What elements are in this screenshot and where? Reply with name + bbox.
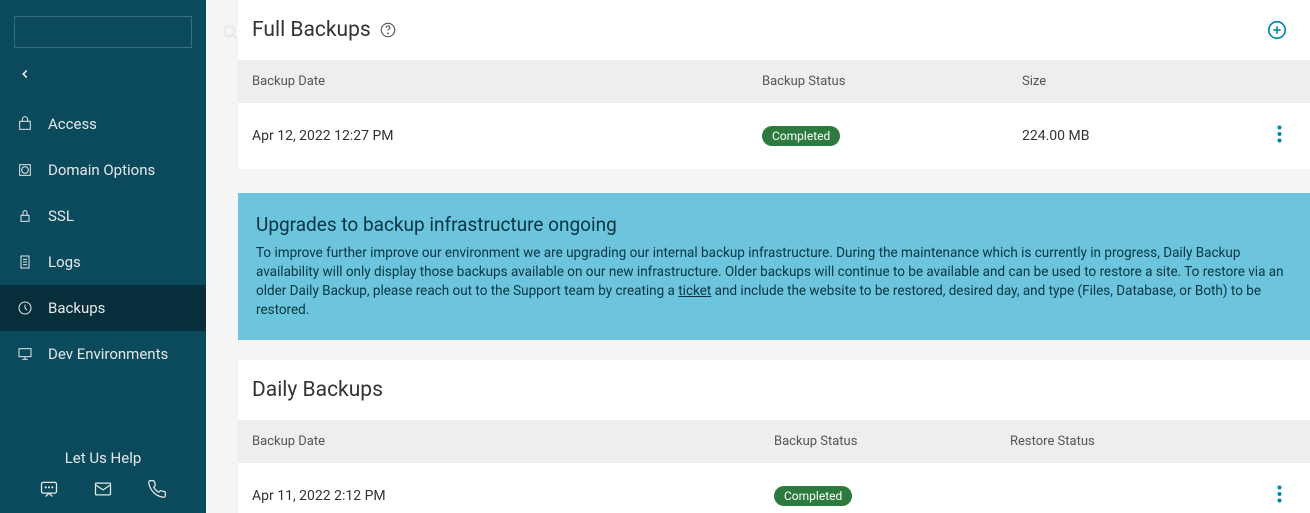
col-header-size: Size [1022, 74, 1296, 89]
daily-backups-panel: Daily Backups Backup Date Backup Status … [238, 360, 1310, 513]
sidebar-item-label: Logs [48, 253, 81, 271]
col-header-status: Backup Status [774, 434, 1010, 449]
sidebar-item-label: Backups [48, 299, 105, 317]
sidebar-item-domain-options[interactable]: Domain Options [0, 147, 206, 193]
col-header-restore: Restore Status [1010, 434, 1296, 449]
sidebar-item-label: SSL [48, 207, 74, 225]
history-icon [16, 299, 34, 317]
phone-icon[interactable] [147, 479, 167, 503]
nav-list: Access Domain Options SSL Logs Backups D… [0, 101, 206, 435]
file-icon [16, 253, 34, 271]
cell-date: Apr 12, 2022 12:27 PM [252, 128, 762, 144]
upgrade-notice: Upgrades to backup infrastructure ongoin… [238, 193, 1310, 340]
sidebar-item-dev-environments[interactable]: Dev Environments [0, 331, 206, 377]
sidebar-item-logs[interactable]: Logs [0, 239, 206, 285]
sidebar-item-label: Access [48, 115, 97, 133]
help-section: Let Us Help [0, 435, 206, 513]
row-menu-icon[interactable] [1277, 485, 1296, 507]
globe-icon [16, 161, 34, 179]
row-menu-icon[interactable] [1277, 125, 1296, 147]
cell-date: Apr 11, 2022 2:12 PM [252, 488, 774, 504]
full-backups-panel: Full Backups Backup Date Backup Status S… [238, 0, 1310, 169]
search-box[interactable] [14, 16, 192, 48]
table-row: Apr 12, 2022 12:27 PM Completed 224.00 M… [238, 103, 1310, 169]
notice-body: To improve further improve our environme… [256, 244, 1292, 320]
help-circle-icon[interactable] [379, 21, 397, 39]
daily-backups-table-header: Backup Date Backup Status Restore Status [238, 420, 1310, 463]
sidebar-item-label: Domain Options [48, 161, 155, 179]
status-badge: Completed [774, 486, 852, 506]
col-header-date: Backup Date [252, 74, 762, 89]
daily-backups-title: Daily Backups [252, 378, 383, 402]
help-label: Let Us Help [0, 449, 206, 467]
notice-title: Upgrades to backup infrastructure ongoin… [256, 213, 1292, 236]
monitor-icon [16, 345, 34, 363]
back-chevron-icon[interactable] [18, 66, 32, 85]
col-header-date: Backup Date [252, 434, 774, 449]
cell-size: 224.00 MB [1022, 128, 1277, 144]
key-icon [16, 115, 34, 133]
table-row: Apr 11, 2022 2:12 PM Completed [238, 463, 1310, 513]
sidebar-item-access[interactable]: Access [0, 101, 206, 147]
sidebar-item-label: Dev Environments [48, 345, 168, 363]
sidebar-item-ssl[interactable]: SSL [0, 193, 206, 239]
add-backup-button[interactable] [1266, 19, 1288, 41]
ticket-link[interactable]: ticket [678, 283, 711, 299]
full-backups-title: Full Backups [252, 18, 371, 42]
main-content: Full Backups Backup Date Backup Status S… [206, 0, 1310, 513]
chat-icon[interactable] [39, 479, 59, 503]
search-input[interactable] [15, 18, 213, 46]
full-backups-table-header: Backup Date Backup Status Size [238, 60, 1310, 103]
col-header-status: Backup Status [762, 74, 1022, 89]
status-badge: Completed [762, 126, 840, 146]
sidebar-item-backups[interactable]: Backups [0, 285, 206, 331]
sidebar: Access Domain Options SSL Logs Backups D… [0, 0, 206, 513]
lock-icon [16, 207, 34, 225]
email-icon[interactable] [93, 479, 113, 503]
